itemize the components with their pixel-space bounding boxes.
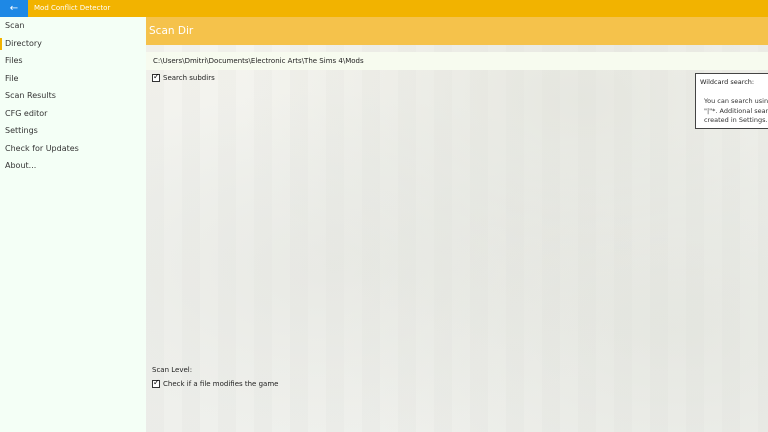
sidebar-item-check-updates[interactable]: Check for Updates (0, 140, 146, 158)
page-header: Scan Dir (146, 17, 768, 45)
wildcard-help-text: You can search using "|"*. Additional se… (704, 97, 768, 126)
search-subdirs-checkbox[interactable] (152, 72, 160, 82)
sidebar-item-directory[interactable]: Directory (0, 35, 146, 53)
sidebar-item-scan[interactable]: Scan (0, 17, 146, 35)
wildcard-search-panel: Wildcard search: * You can search using … (695, 73, 768, 129)
sidebar: Scan Directory Files File Scan Results C… (0, 17, 146, 432)
sidebar-item-file[interactable]: File (0, 70, 146, 88)
main-content: Scan Dir C:\Users\Dmitri\Documents\Elect… (146, 17, 768, 432)
check-modifies-checkbox[interactable] (152, 378, 160, 388)
sidebar-item-cfg-editor[interactable]: CFG editor (0, 105, 146, 123)
search-subdirs-row[interactable]: Search subdirs (152, 72, 215, 82)
check-modifies-row[interactable]: Check if a file modifies the game (152, 378, 279, 388)
directory-path-text: C:\Users\Dmitri\Documents\Electronic Art… (153, 57, 364, 65)
scan-level-label: Scan Level: (152, 366, 193, 374)
back-button[interactable]: ← (0, 0, 28, 17)
background-image (146, 17, 768, 432)
search-subdirs-label: Search subdirs (163, 74, 215, 82)
sidebar-item-files[interactable]: Files (0, 52, 146, 70)
page-title: Scan Dir (149, 25, 194, 37)
wildcard-help-line: "|"*. Additional search (704, 106, 768, 115)
wildcard-search-label: Wildcard search: (700, 78, 755, 86)
wildcard-help-line: created in Settings. (704, 116, 768, 124)
check-modifies-label: Check if a file modifies the game (163, 380, 279, 388)
sidebar-item-settings[interactable]: Settings (0, 122, 146, 140)
directory-path-field[interactable]: C:\Users\Dmitri\Documents\Electronic Art… (146, 52, 768, 70)
app-title: Mod Conflict Detector (34, 4, 111, 12)
sidebar-item-about[interactable]: About... (0, 157, 146, 175)
sidebar-item-scan-results[interactable]: Scan Results (0, 87, 146, 105)
wildcard-help-line: You can search using (704, 97, 768, 105)
title-bar: ← Mod Conflict Detector (0, 0, 768, 17)
back-arrow-icon: ← (9, 3, 19, 14)
